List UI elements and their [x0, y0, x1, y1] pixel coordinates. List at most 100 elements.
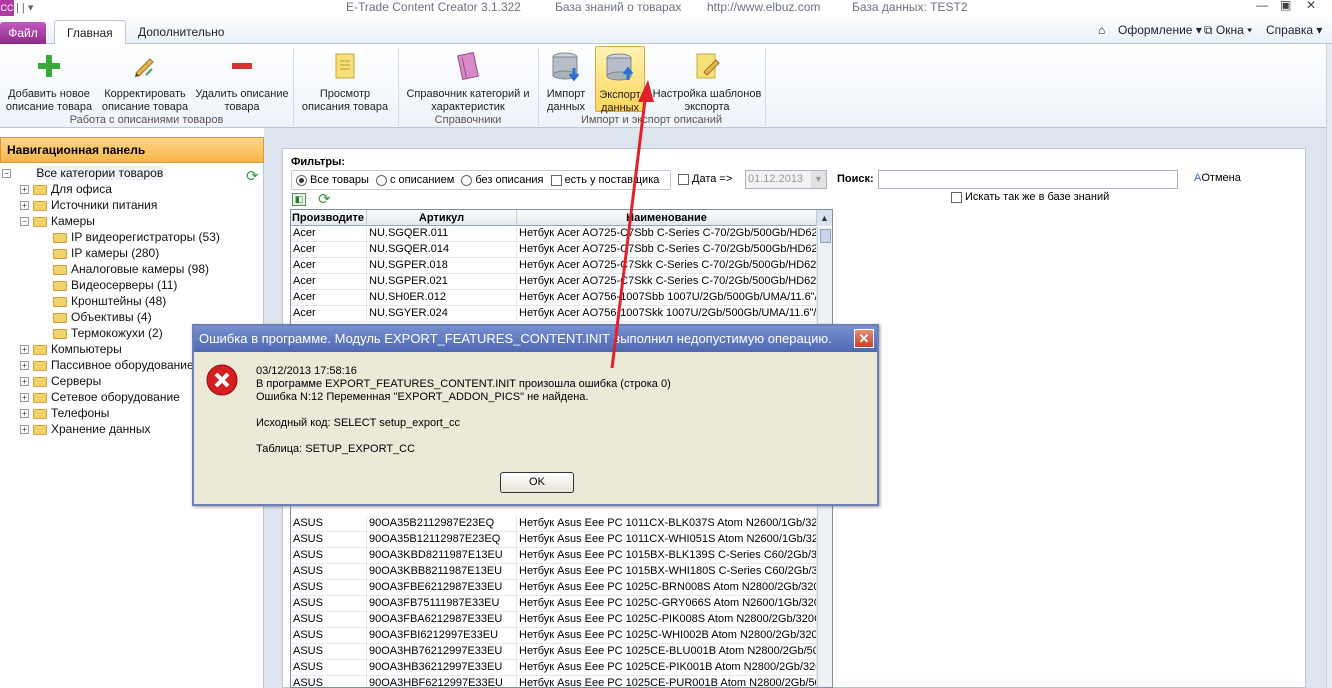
col-header-article[interactable]: Артикул: [367, 210, 517, 226]
expand-icon[interactable]: +: [20, 425, 29, 435]
table-row[interactable]: Acer NU.SGYER.024 Нетбук Acer AO756-1007Sk…: [291, 306, 832, 322]
tab-extra[interactable]: Дополнительно: [126, 20, 236, 44]
folder-icon: [53, 248, 67, 259]
radio-with-desc[interactable]: с описанием: [375, 174, 454, 186]
import-button[interactable]: Импорт данных: [541, 48, 591, 114]
menu-windows[interactable]: ⧉ Окна ▾: [1204, 23, 1252, 38]
pencil-icon: [127, 48, 163, 84]
delete-description-button[interactable]: Удалить описание товара: [194, 48, 290, 114]
table-row[interactable]: ASUS 90OA3FB75111987E33EU Нетбук Asus Eee …: [291, 596, 832, 612]
radio-all[interactable]: Все товары: [296, 174, 369, 186]
tree-item[interactable]: + Хранение данных: [20, 421, 151, 437]
search-kb-checkbox[interactable]: Искать так же в базе знаний: [951, 191, 1109, 203]
table-row[interactable]: Acer NU.SH0ER.012 Нетбук Acer AO756-1007Sb…: [291, 290, 832, 306]
tree-item-label: Термокожухи (2): [71, 326, 163, 340]
table-row[interactable]: ASUS 90OA3KBD8211987E13EU Нетбук Asus Eee …: [291, 548, 832, 564]
table-row[interactable]: ASUS 90OA3FBE6212987E33EU Нетбук Asus Eee …: [291, 580, 832, 596]
date-filter[interactable]: Дата =>: [678, 173, 732, 185]
close-window-icon[interactable]: ✕: [1306, 0, 1316, 12]
expand-icon[interactable]: −: [20, 217, 29, 227]
tree-item[interactable]: Видеосерверы (11): [38, 277, 177, 293]
tab-main[interactable]: Главная: [54, 20, 126, 44]
tree-item[interactable]: Объективы (4): [38, 309, 152, 325]
tree-item[interactable]: Кронштейны (48): [38, 293, 166, 309]
radio-without-desc[interactable]: без описания: [461, 174, 544, 186]
export-templates-label: Настройка шаблонов экспорта: [652, 88, 762, 113]
table-row[interactable]: Acer NU.SGPER.021 Нетбук Acer AO725-C7Skk …: [291, 274, 832, 290]
table-row[interactable]: ASUS 90OA3KBB8211987E13EU Нетбук Asus Eee …: [291, 564, 832, 580]
window-scrollbar[interactable]: [1326, 44, 1332, 688]
collapse-icon[interactable]: −: [2, 169, 11, 179]
col-header-name[interactable]: Наименование: [517, 210, 817, 226]
tree-item[interactable]: − Камеры: [20, 213, 95, 229]
grid-refresh-icon[interactable]: ⟳: [318, 190, 331, 208]
cell-article: 90OA3FB75111987E33EU: [367, 596, 517, 612]
tree-item[interactable]: + Сетевое оборудование: [20, 389, 180, 405]
tree-root[interactable]: − Все категории товаров: [2, 165, 164, 181]
tree-item[interactable]: + Пассивное оборудование: [20, 357, 194, 373]
table-row[interactable]: Acer NU.SGPER.018 Нетбук Acer AO725-C7Skk …: [291, 258, 832, 274]
edit-description-button[interactable]: Корректировать описание товара: [98, 48, 192, 114]
col-header-manufacturer[interactable]: Производите: [291, 210, 367, 226]
tab-file[interactable]: Файл: [0, 22, 46, 44]
maximize-icon[interactable]: ▣: [1280, 0, 1291, 12]
view-description-button[interactable]: Просмотр описания товара: [297, 48, 393, 114]
table-row[interactable]: ASUS 90OA3FBI6212997E33EU Нетбук Asus Eee …: [291, 628, 832, 644]
export-excel-icon[interactable]: ◧: [292, 193, 306, 206]
table-row[interactable]: ASUS 90OA3HBF6212997E33EU Нетбук Asus Eee …: [291, 676, 832, 687]
radio-with-desc-dot[interactable]: [375, 174, 387, 186]
cell-name: Нетбук Asus Eee PC 1025C-WHI002B Atom N2…: [517, 628, 817, 644]
table-row[interactable]: ASUS 90OA3HB76212997E33EU Нетбук Asus Eee …: [291, 644, 832, 660]
search-kb-box[interactable]: [951, 191, 962, 203]
tree-item-label: Компьютеры: [51, 342, 122, 356]
folder-icon: [53, 312, 67, 323]
home-icon[interactable]: ⌂: [1098, 23, 1105, 37]
tree-item[interactable]: IP камеры (280): [38, 245, 159, 261]
expand-icon[interactable]: +: [20, 393, 29, 403]
expand-icon[interactable]: +: [20, 201, 29, 211]
dialog-close-button[interactable]: ✕: [854, 329, 874, 348]
menu-design[interactable]: Оформление ▾: [1118, 23, 1202, 37]
checkbox-at-supplier-box[interactable]: [550, 174, 562, 186]
minimize-icon[interactable]: —: [1256, 0, 1268, 12]
radio-all-dot[interactable]: [296, 174, 307, 186]
expand-icon[interactable]: +: [20, 361, 29, 371]
search-input[interactable]: [878, 170, 1178, 189]
ok-button[interactable]: OK: [500, 472, 574, 493]
expand-icon[interactable]: +: [20, 345, 29, 355]
tree-item[interactable]: IP видеорегистраторы (53): [38, 229, 220, 245]
expand-icon[interactable]: +: [20, 377, 29, 387]
date-checkbox[interactable]: [678, 173, 689, 185]
expand-icon[interactable]: +: [20, 185, 29, 195]
scroll-up-icon[interactable]: ▲: [817, 210, 832, 226]
add-description-button[interactable]: Добавить новое описание товара: [2, 48, 96, 114]
folder-icon: [33, 184, 47, 195]
table-row[interactable]: ASUS 90OA3HB36212997E33EU Нетбук Asus Eee …: [291, 660, 832, 676]
expand-icon[interactable]: +: [20, 409, 29, 419]
tree-item[interactable]: Термокожухи (2): [38, 325, 163, 341]
table-scroll-thumb[interactable]: [820, 229, 831, 243]
cancel-search-button[interactable]: AОтмена: [1194, 172, 1241, 184]
menu-help[interactable]: Справка ▾: [1266, 23, 1322, 37]
tree-item[interactable]: + Серверы: [20, 373, 101, 389]
export-templates-button[interactable]: Настройка шаблонов экспорта: [652, 48, 762, 114]
table-row[interactable]: Acer NU.SGQER.014 Нетбук Acer AO725-C7Sbb …: [291, 242, 832, 258]
date-dropdown-icon[interactable]: ▼: [811, 171, 826, 188]
table-row[interactable]: ASUS 90OA35B2112987E23EQ Нетбук Asus Eee P…: [291, 516, 832, 532]
table-row[interactable]: ASUS 90OA35B12112987E23EQ Нетбук Asus Eee …: [291, 532, 832, 548]
tree-item[interactable]: + Компьютеры: [20, 341, 122, 357]
tree-item[interactable]: + Источники питания: [20, 197, 157, 213]
tree-item[interactable]: + Для офиса: [20, 181, 112, 197]
table-row[interactable]: Acer NU.SGQER.011 Нетбук Acer AO725-C7Sbb …: [291, 226, 832, 242]
radio-without-desc-dot[interactable]: [461, 174, 473, 186]
refresh-icon[interactable]: ⟳: [246, 167, 259, 185]
cell-manufacturer: ASUS: [291, 548, 367, 564]
catalog-button[interactable]: Справочник категорий и характеристик: [402, 48, 534, 114]
tree-item[interactable]: Аналоговые камеры (98): [38, 261, 209, 277]
table-row[interactable]: ASUS 90OA3FBA6212987E33EU Нетбук Asus Eee …: [291, 612, 832, 628]
tree-item[interactable]: + Телефоны: [20, 405, 109, 421]
quick-access-toolbar[interactable]: | | ▾: [16, 1, 33, 14]
date-input[interactable]: 01.12.2013 ▼: [745, 170, 827, 189]
table-header: Производите Артикул Наименование ▲: [291, 210, 832, 226]
cell-manufacturer: ASUS: [291, 644, 367, 660]
